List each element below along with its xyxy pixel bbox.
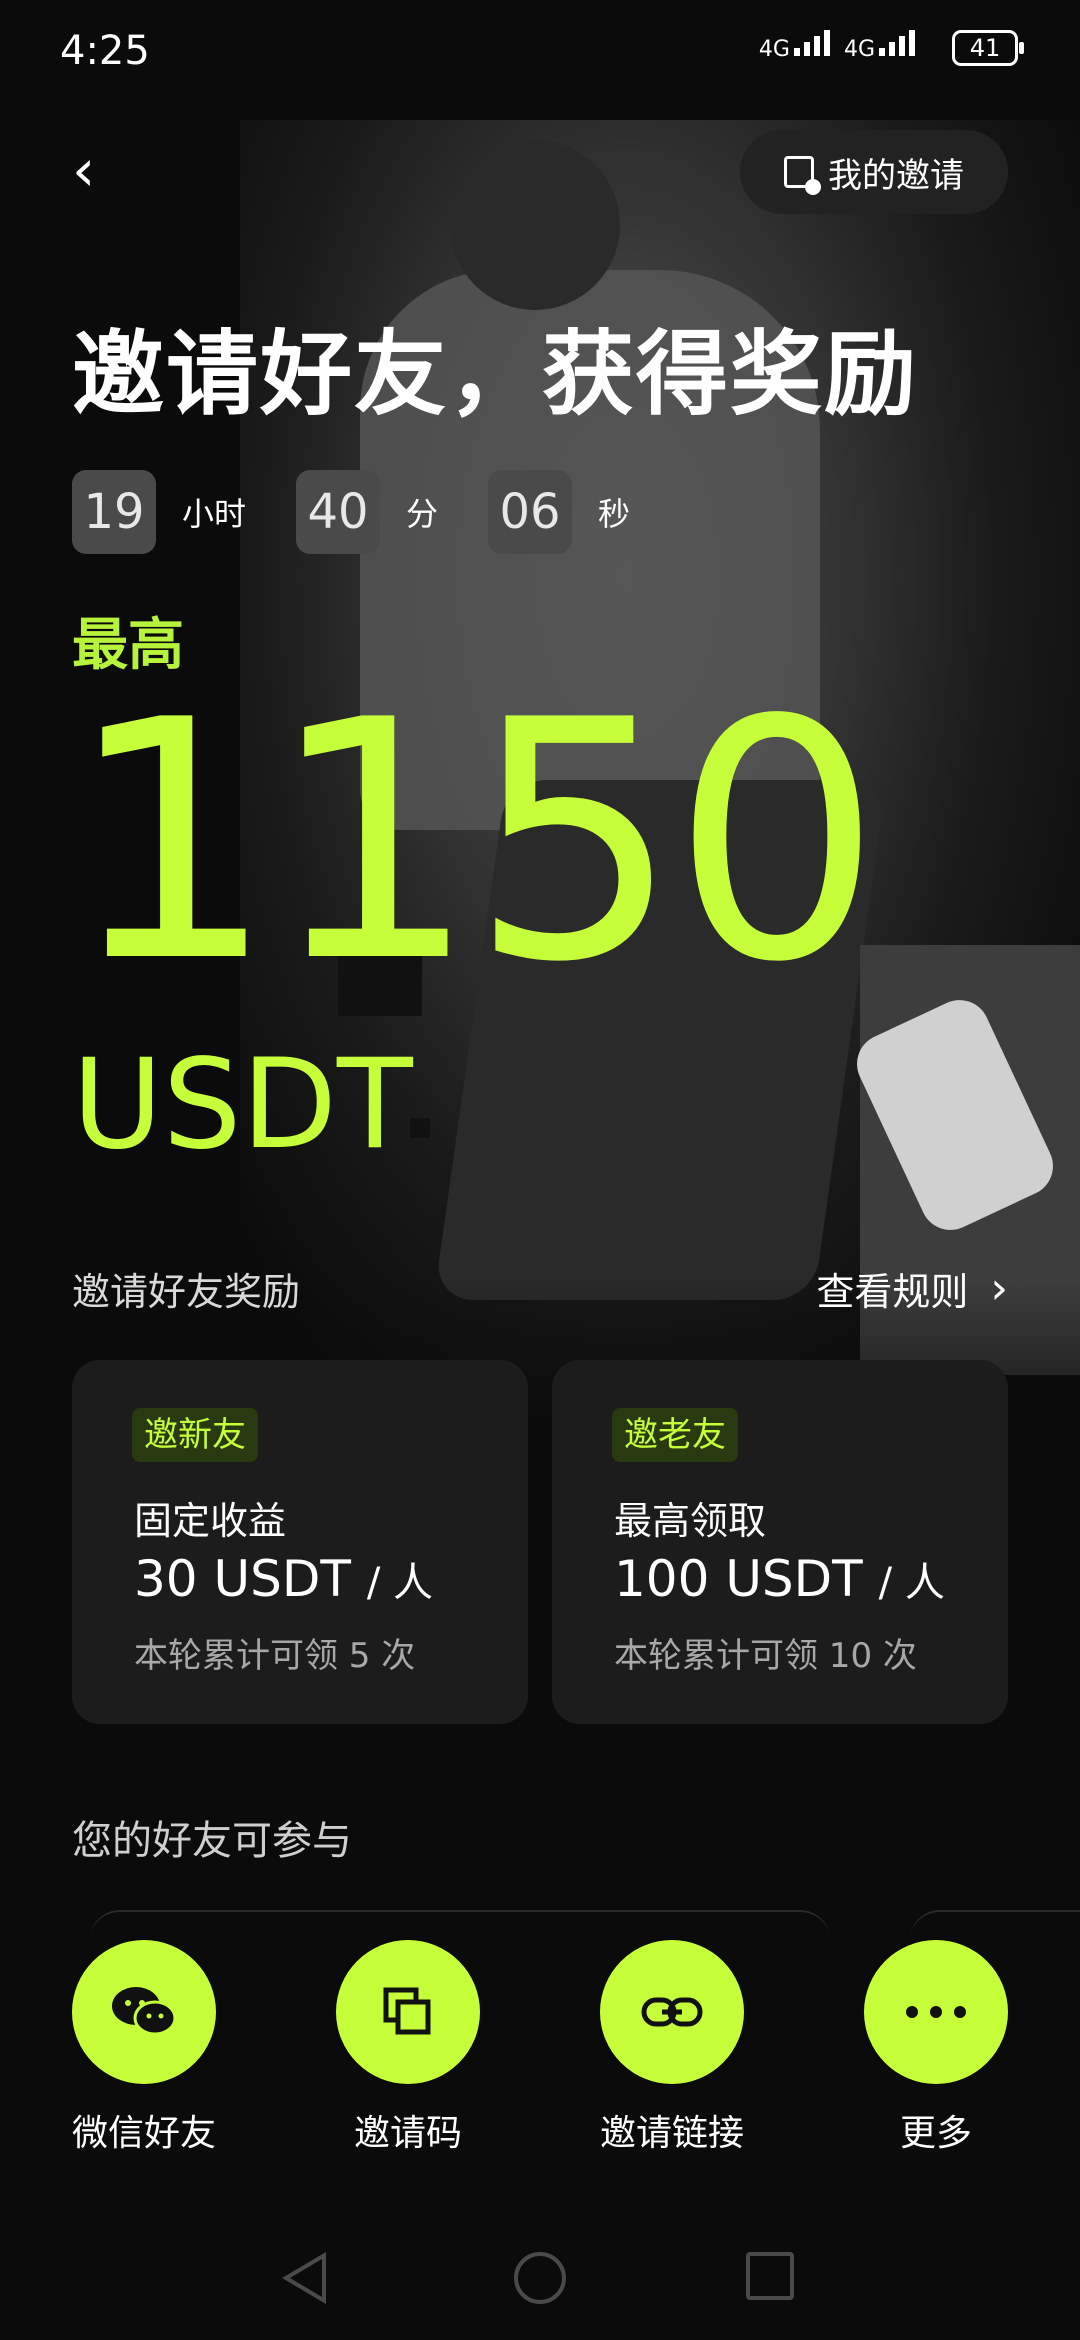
share-invite-code-label: 邀请码	[353, 2113, 462, 2154]
countdown-seconds: 06	[488, 470, 573, 554]
signal-icon: 4G	[844, 30, 915, 62]
share-more-button[interactable]: 更多	[826, 1940, 1046, 2156]
old-friend-reward-card: 邀老友 最高领取 100 USDT / 人 本轮累计可领 10 次	[552, 1360, 1008, 1724]
page-title: 邀请好友，获得奖励	[72, 321, 919, 428]
reward-unit: USDT	[72, 1033, 413, 1177]
card-label: 最高领取	[614, 1499, 767, 1543]
card-value: 30 USDT / 人	[134, 1550, 434, 1608]
new-friend-reward-card: 邀新友 固定收益 30 USDT / 人 本轮累计可领 5 次	[72, 1360, 528, 1724]
nav-recents-icon[interactable]	[746, 2252, 794, 2300]
view-rules-link[interactable]: 查看规则 ›	[816, 1261, 1008, 1316]
card-value: 100 USDT / 人	[614, 1550, 945, 1608]
more-icon	[864, 1940, 1008, 2084]
share-wechat-button[interactable]: 微信好友	[34, 1940, 254, 2156]
share-invite-link-button[interactable]: 邀请链接	[562, 1940, 782, 2156]
share-more-label: 更多	[899, 2113, 972, 2154]
countdown-hours: 19	[72, 470, 156, 554]
friends-card-edge	[910, 1910, 1080, 1942]
card-badge: 邀老友	[612, 1408, 738, 1462]
friends-section-title: 您的好友可参与	[72, 1818, 352, 1864]
document-clock-icon	[784, 156, 821, 195]
my-invites-button[interactable]: 我的邀请	[740, 130, 1008, 214]
card-label: 固定收益	[134, 1499, 287, 1543]
view-rules-label: 查看规则	[816, 1269, 969, 1314]
wechat-icon	[72, 1940, 216, 2084]
share-options: 微信好友 邀请码 邀请链接 更多	[0, 1940, 1080, 2160]
reward-section-title: 邀请好友奖励	[72, 1269, 301, 1314]
status-time: 4:25	[60, 28, 150, 74]
chevron-right-icon: ›	[990, 1262, 1008, 1314]
battery-icon: 41	[952, 30, 1024, 66]
back-button[interactable]: ‹	[72, 140, 120, 200]
card-badge: 邀新友	[132, 1408, 258, 1462]
friends-card-edge	[90, 1910, 830, 1942]
countdown-minutes: 40	[296, 470, 381, 554]
signal-indicators: 4G 4G	[759, 30, 915, 62]
countdown-timer: 19 小时 40 分 06 秒	[72, 470, 680, 554]
minutes-unit: 分	[406, 495, 439, 533]
my-invites-label: 我的邀请	[828, 155, 964, 196]
nav-back-icon[interactable]	[282, 2252, 326, 2304]
card-note: 本轮累计可领 5 次	[134, 1636, 416, 1676]
hours-unit: 小时	[182, 495, 247, 533]
status-bar: 4:25 4G 4G 41	[0, 0, 1080, 100]
nav-home-icon[interactable]	[514, 2252, 566, 2304]
signal-icon: 4G	[759, 30, 830, 62]
seconds-unit: 秒	[598, 495, 631, 533]
share-wechat-label: 微信好友	[71, 2113, 216, 2154]
reward-section-header: 邀请好友奖励 查看规则 ›	[72, 1258, 1008, 1318]
copy-icon	[336, 1940, 480, 2084]
share-invite-code-button[interactable]: 邀请码	[298, 1940, 518, 2156]
card-note: 本轮累计可领 10 次	[614, 1636, 917, 1676]
share-invite-link-label: 邀请链接	[599, 2113, 744, 2154]
reward-amount: 1150	[66, 650, 882, 1034]
system-nav-bar	[0, 2230, 1080, 2330]
link-icon	[600, 1940, 744, 2084]
